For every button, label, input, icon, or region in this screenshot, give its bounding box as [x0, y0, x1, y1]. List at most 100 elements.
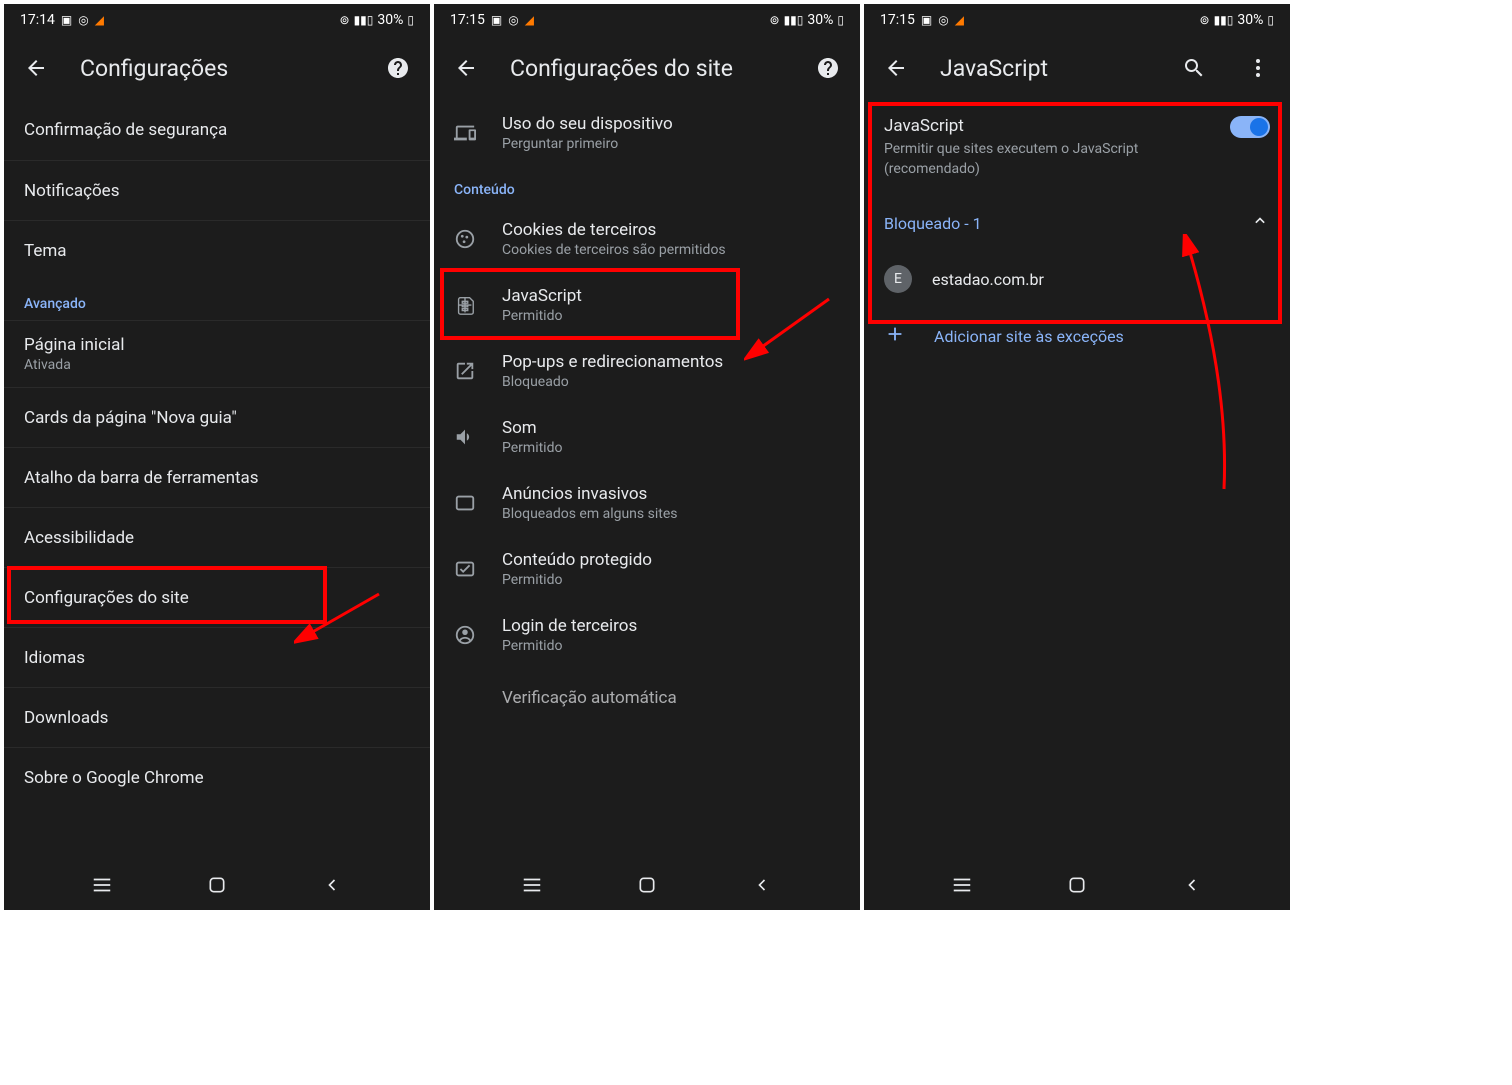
site-domain: estadao.com.br: [932, 270, 1044, 289]
help-button[interactable]: [378, 48, 418, 88]
battery-icon: ▯: [837, 13, 844, 27]
page-title: Configurações: [80, 55, 354, 82]
page-title: Configurações do site: [510, 55, 784, 82]
item-label: Sobre o Google Chrome: [24, 768, 410, 788]
item-label: Uso do seu dispositivo: [502, 114, 840, 134]
settings-item-notifications[interactable]: Notificações: [4, 160, 430, 220]
settings-item-accessibility[interactable]: Acessibilidade: [4, 507, 430, 567]
settings-item-newtab-cards[interactable]: Cards da página "Nova guia": [4, 387, 430, 447]
setting-cookies[interactable]: Cookies de terceiros Cookies de terceiro…: [434, 206, 860, 272]
nav-back-button[interactable]: [742, 865, 782, 905]
setting-description: Permitir que sites executem o JavaScript…: [884, 140, 1214, 179]
navigation-bar: [4, 860, 430, 910]
toggle-thumb: [1250, 118, 1268, 136]
item-sub: Cookies de terceiros são permitidos: [502, 242, 840, 258]
setting-auto-verification[interactable]: Verificação automática: [434, 668, 860, 728]
item-sub: Permitido: [502, 308, 840, 324]
settings-item-theme[interactable]: Tema: [4, 220, 430, 280]
camera-icon: ◎: [938, 13, 948, 27]
navigation-bar: [434, 860, 860, 910]
nav-back-button[interactable]: [1172, 865, 1212, 905]
wifi-icon: ⊚: [1200, 13, 1210, 27]
setting-third-party-login[interactable]: Login de terceiros Permitido: [434, 602, 860, 668]
item-label: Conteúdo protegido: [502, 550, 840, 570]
header: JavaScript: [864, 36, 1290, 100]
item-label: Cards da página "Nova guia": [24, 408, 410, 428]
settings-item-homepage[interactable]: Página inicial Ativada: [4, 320, 430, 387]
status-bar: 17:15 ▣ ◎ ◢ ⊚ ▮▮▯ 30% ▯: [864, 4, 1290, 36]
settings-item-languages[interactable]: Idiomas: [4, 627, 430, 687]
settings-content: Confirmação de segurança Notificações Te…: [4, 100, 430, 860]
item-label: Downloads: [24, 708, 410, 728]
status-right: ⊚ ▮▮▯ 30% ▯: [340, 12, 414, 28]
battery-icon: ▯: [407, 13, 414, 27]
sound-icon: [454, 426, 502, 448]
home-button[interactable]: [627, 865, 667, 905]
navigation-bar: [864, 860, 1290, 910]
account-icon: [454, 624, 502, 646]
gallery-icon: ▣: [491, 13, 502, 27]
battery-text: 30%: [377, 12, 403, 28]
item-sub: Bloqueado: [502, 374, 840, 390]
battery-text: 30%: [1237, 12, 1263, 28]
app-icon: ◢: [525, 13, 534, 27]
blocked-site-item[interactable]: E estadao.com.br: [864, 251, 1290, 307]
item-label: Notificações: [24, 181, 410, 201]
ads-icon: [454, 492, 502, 514]
status-left: 17:15 ▣ ◎ ◢: [880, 12, 964, 28]
setting-device-usage[interactable]: Uso do seu dispositivo Perguntar primeir…: [434, 100, 860, 166]
search-button[interactable]: [1174, 48, 1214, 88]
javascript-toggle-row: JavaScript Permitir que sites executem o…: [864, 100, 1290, 195]
status-bar: 17:14 ▣ ◎ ◢ ⊚ ▮▮▯ 30% ▯: [4, 4, 430, 36]
site-favicon: E: [884, 265, 912, 293]
item-label: Anúncios invasivos: [502, 484, 840, 504]
protected-icon: [454, 558, 502, 580]
recents-button[interactable]: [512, 865, 552, 905]
header: Configurações: [4, 36, 430, 100]
wifi-icon: ⊚: [770, 13, 780, 27]
item-label: Atalho da barra de ferramentas: [24, 468, 410, 488]
header: Configurações do site: [434, 36, 860, 100]
status-time: 17:14: [20, 12, 55, 28]
back-button[interactable]: [446, 48, 486, 88]
item-label: Som: [502, 418, 840, 438]
item-label: Login de terceiros: [502, 616, 840, 636]
gallery-icon: ▣: [921, 13, 932, 27]
back-button[interactable]: [16, 48, 56, 88]
blocked-section-header[interactable]: Bloqueado - 1: [864, 195, 1290, 251]
setting-protected-content[interactable]: Conteúdo protegido Permitido: [434, 536, 860, 602]
setting-ads[interactable]: Anúncios invasivos Bloqueados em alguns …: [434, 470, 860, 536]
setting-javascript[interactable]: JavaScript Permitido: [434, 272, 860, 338]
status-left: 17:15 ▣ ◎ ◢: [450, 12, 534, 28]
settings-item-downloads[interactable]: Downloads: [4, 687, 430, 747]
home-button[interactable]: [1057, 865, 1097, 905]
site-settings-content: Uso do seu dispositivo Perguntar primeir…: [434, 100, 860, 860]
wifi-icon: ⊚: [340, 13, 350, 27]
settings-item-about-chrome[interactable]: Sobre o Google Chrome: [4, 747, 430, 807]
javascript-toggle[interactable]: [1230, 116, 1270, 138]
item-label: Idiomas: [24, 648, 410, 668]
item-label: Pop-ups e redirecionamentos: [502, 352, 840, 372]
settings-item-toolbar-shortcut[interactable]: Atalho da barra de ferramentas: [4, 447, 430, 507]
setting-sound[interactable]: Som Permitido: [434, 404, 860, 470]
item-label: Cookies de terceiros: [502, 220, 840, 240]
battery-text: 30%: [807, 12, 833, 28]
add-exception-button[interactable]: Adicionar site às exceções: [864, 307, 1290, 365]
recents-button[interactable]: [942, 865, 982, 905]
status-left: 17:14 ▣ ◎ ◢: [20, 12, 104, 28]
settings-item-security[interactable]: Confirmação de segurança: [4, 100, 430, 160]
nav-back-button[interactable]: [312, 865, 352, 905]
item-label: Tema: [24, 241, 410, 261]
home-button[interactable]: [197, 865, 237, 905]
recents-button[interactable]: [82, 865, 122, 905]
help-button[interactable]: [808, 48, 848, 88]
item-label: Acessibilidade: [24, 528, 410, 548]
more-button[interactable]: [1238, 48, 1278, 88]
setting-title: JavaScript: [884, 116, 1214, 136]
settings-item-site-settings[interactable]: Configurações do site: [4, 567, 430, 627]
setting-popups[interactable]: Pop-ups e redirecionamentos Bloqueado: [434, 338, 860, 404]
status-time: 17:15: [880, 12, 915, 28]
status-time: 17:15: [450, 12, 485, 28]
status-bar: 17:15 ▣ ◎ ◢ ⊚ ▮▮▯ 30% ▯: [434, 4, 860, 36]
back-button[interactable]: [876, 48, 916, 88]
